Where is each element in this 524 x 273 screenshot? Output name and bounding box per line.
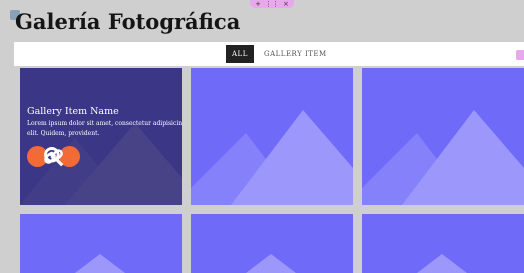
link-button[interactable] (44, 146, 80, 167)
filter-gallery-item-button[interactable]: GALLERY ITEM (258, 45, 333, 63)
page-title: Galería Fotográfica (15, 9, 241, 34)
gallery-item[interactable] (20, 214, 182, 273)
mountain-placeholder-icon (417, 254, 467, 273)
filter-all-button[interactable]: ALL (226, 45, 254, 63)
gallery-item[interactable]: Gallery Item Name Lorem ipsum dolor sit … (20, 68, 182, 205)
gallery-item-description: Lorem ipsum dolor sit amet, consectetur … (27, 120, 182, 137)
editor-toolbar-handle[interactable]: + ⋮⋮ × (250, 0, 294, 8)
mountain-placeholder-icon (246, 254, 296, 273)
link-icon (44, 149, 63, 164)
add-icon[interactable]: + (255, 0, 261, 8)
editor-column-handle[interactable] (516, 50, 524, 60)
mountain-placeholder-icon (362, 110, 524, 205)
gallery-item[interactable] (362, 68, 524, 205)
close-icon[interactable]: × (283, 0, 289, 8)
gallery-item[interactable] (362, 214, 524, 273)
mountain-placeholder-icon (75, 254, 125, 273)
filter-bar: ALL GALLERY ITEM (14, 42, 524, 66)
gallery-item-caption: Gallery Item Name Lorem ipsum dolor sit … (27, 106, 182, 139)
gallery-item[interactable] (191, 68, 353, 205)
mountain-placeholder-icon (191, 110, 353, 205)
drag-handle-icon[interactable]: ⋮⋮ (265, 0, 279, 8)
gallery-item-name: Gallery Item Name (27, 106, 119, 117)
gallery-item[interactable] (191, 214, 353, 273)
